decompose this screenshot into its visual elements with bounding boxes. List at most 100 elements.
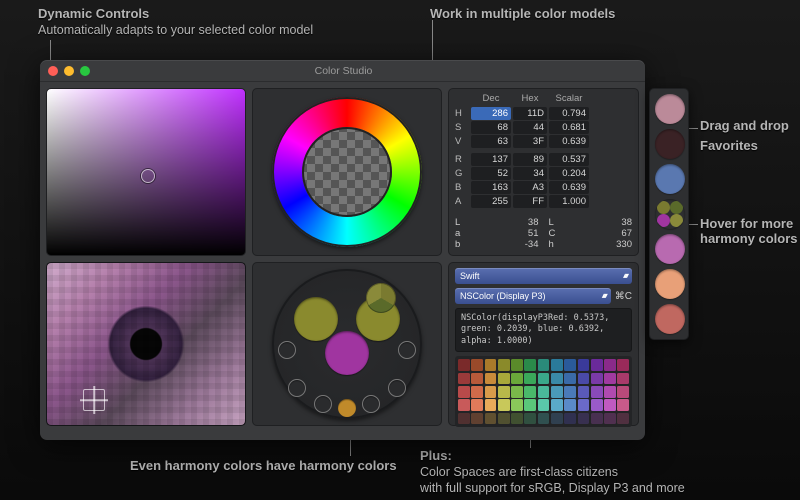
swatch[interactable] [617,386,629,398]
value-row[interactable]: B 163 A3 0.639 [455,181,632,194]
gradient-picker[interactable] [46,88,246,256]
value-dec[interactable]: 68 [471,121,511,134]
swatch[interactable] [511,359,523,371]
swatch[interactable] [511,413,523,425]
image-sampler[interactable] [46,262,246,426]
swatch[interactable] [458,359,470,371]
swatch[interactable] [604,386,616,398]
value-row[interactable]: H 286 11D 0.794 [455,107,632,120]
swatch[interactable] [578,386,590,398]
swatch[interactable] [591,413,603,425]
swatch[interactable] [511,373,523,385]
value-scalar[interactable]: 0.639 [549,181,589,194]
swatch[interactable] [604,359,616,371]
swatch[interactable] [524,359,536,371]
swatch[interactable] [485,413,497,425]
value-dec[interactable]: 163 [471,181,511,194]
swatch[interactable] [578,399,590,411]
swatch[interactable] [551,359,563,371]
value-scalar[interactable]: 0.537 [549,153,589,166]
swatch[interactable] [511,386,523,398]
value-scalar[interactable]: 1.000 [549,195,589,208]
swatch[interactable] [524,399,536,411]
favorite-swatch[interactable] [655,304,685,334]
value-hex[interactable]: 11D [513,107,547,120]
swatch[interactable] [498,359,510,371]
value-dec[interactable]: 63 [471,135,511,148]
value-hex[interactable]: FF [513,195,547,208]
swatch[interactable] [591,359,603,371]
swatch[interactable] [538,399,550,411]
swatch[interactable] [564,399,576,411]
minimize-icon[interactable] [64,66,74,76]
zoom-icon[interactable] [80,66,90,76]
favorite-swatch[interactable] [655,94,685,124]
swatch[interactable] [617,399,629,411]
swatch[interactable] [564,413,576,425]
value-dec[interactable]: 137 [471,153,511,166]
swatch[interactable] [604,399,616,411]
swatch[interactable] [524,413,536,425]
value-scalar[interactable]: 0.681 [549,121,589,134]
crosshair-icon[interactable] [83,389,105,411]
value-scalar[interactable]: 0.794 [549,107,589,120]
value-row[interactable]: R 137 89 0.537 [455,153,632,166]
favorite-swatch[interactable] [655,234,685,264]
value-dec[interactable]: 52 [471,167,511,180]
swatch[interactable] [498,386,510,398]
gradient-handle[interactable] [141,169,155,183]
language-select[interactable]: Swift▴▾ [455,268,632,284]
swatch[interactable] [471,359,483,371]
swatch[interactable] [511,399,523,411]
value-hex[interactable]: A3 [513,181,547,194]
swatch[interactable] [551,413,563,425]
swatch[interactable] [617,413,629,425]
swatch[interactable] [591,399,603,411]
swatch[interactable] [458,373,470,385]
swatch[interactable] [604,413,616,425]
swatch[interactable] [564,373,576,385]
harmony-slot[interactable] [398,341,416,359]
swatch[interactable] [538,359,550,371]
harmony-slot[interactable] [388,379,406,397]
swatch[interactable] [538,386,550,398]
swatch[interactable] [538,373,550,385]
value-scalar[interactable]: 0.204 [549,167,589,180]
harmony-swatch[interactable] [294,297,338,341]
swatch[interactable] [591,386,603,398]
value-row[interactable]: V 63 3F 0.639 [455,135,632,148]
harmony-slot[interactable] [288,379,306,397]
swatch[interactable] [524,373,536,385]
swatch[interactable] [578,359,590,371]
swatch[interactable] [485,386,497,398]
harmony-multi-swatch[interactable] [366,283,396,313]
titlebar[interactable]: Color Studio [40,60,645,82]
value-row[interactable]: S 68 44 0.681 [455,121,632,134]
hue-wheel[interactable] [272,97,422,247]
harmony-swatch[interactable] [325,331,369,375]
value-dec[interactable]: 286 [471,107,511,120]
swatch[interactable] [498,399,510,411]
swatch[interactable] [498,373,510,385]
swatch[interactable] [498,413,510,425]
value-hex[interactable]: 3F [513,135,547,148]
favorite-swatch[interactable] [655,164,685,194]
swatch[interactable] [458,399,470,411]
swatch[interactable] [551,386,563,398]
swatch[interactable] [551,399,563,411]
favorite-swatch[interactable] [655,129,685,159]
swatch[interactable] [564,386,576,398]
swatch[interactable] [617,373,629,385]
swatch[interactable] [604,373,616,385]
swatch[interactable] [524,386,536,398]
swatch[interactable] [564,359,576,371]
value-row[interactable]: G 52 34 0.204 [455,167,632,180]
swatch[interactable] [471,373,483,385]
swatch[interactable] [458,413,470,425]
close-icon[interactable] [48,66,58,76]
code-snippet[interactable]: NSColor(displayP3Red: 0.5373, green: 0.2… [455,308,632,352]
value-row[interactable]: A 255 FF 1.000 [455,195,632,208]
swatch[interactable] [538,413,550,425]
colorspace-select[interactable]: NSColor (Display P3)▴▾ [455,288,611,304]
value-hex[interactable]: 89 [513,153,547,166]
